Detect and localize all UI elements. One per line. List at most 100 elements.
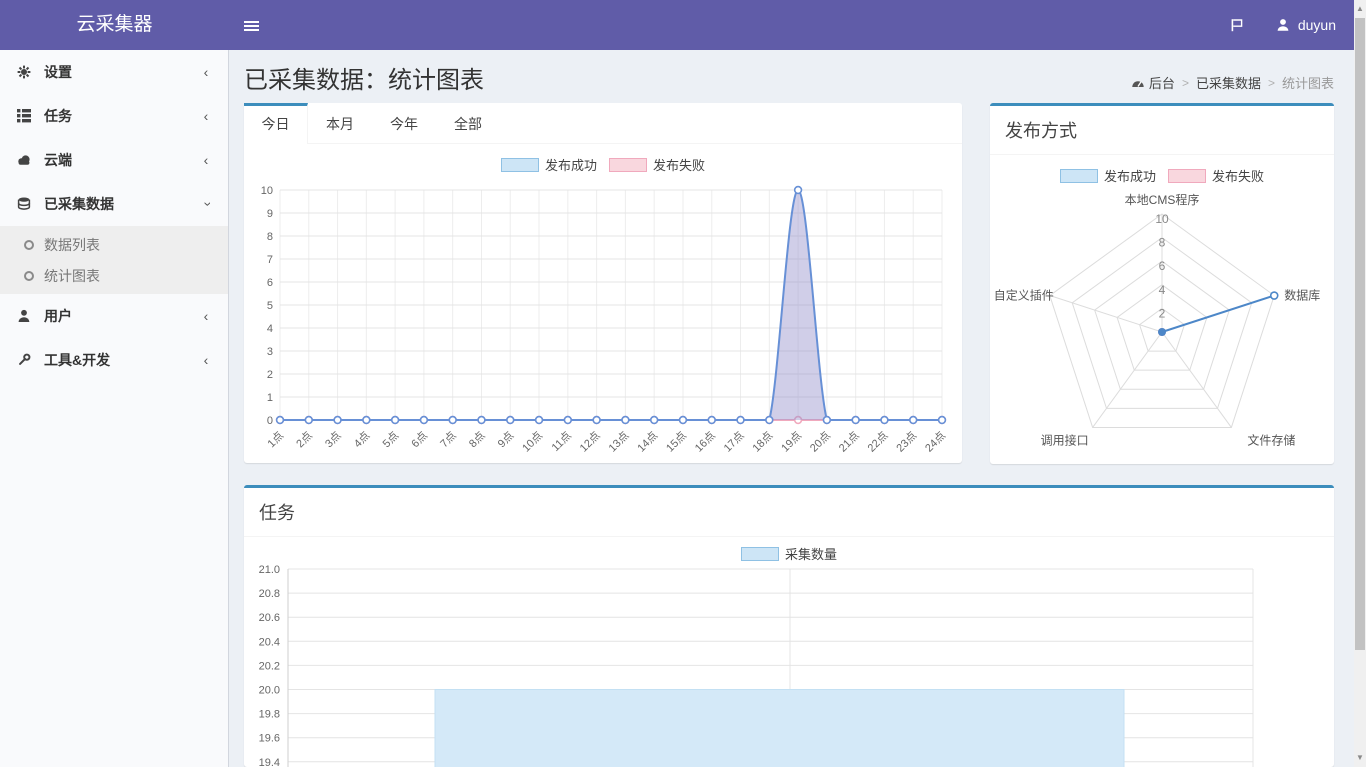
publish-method-radar-chart: 246810本地CMS程序数据库文件存储调用接口自定义插件	[990, 181, 1334, 467]
svg-text:4: 4	[267, 323, 273, 335]
svg-text:2: 2	[267, 369, 273, 381]
legend-swatch	[741, 547, 779, 561]
legend-label: 发布成功	[545, 155, 597, 174]
scroll-down-arrow[interactable]: ▼	[1354, 751, 1366, 765]
svg-text:2: 2	[1159, 306, 1166, 320]
legend-swatch	[609, 158, 647, 172]
panel-title: 发布方式	[990, 106, 1334, 155]
svg-text:20.0: 20.0	[259, 685, 280, 697]
sidebar-item-label: 云端	[44, 150, 72, 170]
sidebar-item-label: 设置	[44, 62, 72, 82]
svg-text:16点: 16点	[692, 429, 718, 455]
sidebar-item-users[interactable]: 用户 ‹	[0, 294, 228, 338]
sidebar-subitem-stats-charts[interactable]: 统计图表	[0, 260, 228, 291]
tasks-icon	[16, 108, 32, 124]
chevron-left-icon: ‹	[200, 107, 212, 125]
svg-text:21.0: 21.0	[259, 564, 280, 576]
chevron-left-icon: ‹	[200, 351, 212, 369]
svg-text:6: 6	[267, 277, 273, 289]
sidebar: 设置‹任务‹云端‹已采集数据‹数据列表统计图表用户‹工具&开发‹	[0, 50, 229, 767]
publish-method-panel: 发布方式 发布成功发布失败 246810本地CMS程序数据库文件存储调用接口自定…	[990, 103, 1334, 464]
tab-today[interactable]: 今日	[244, 103, 308, 144]
svg-text:本地CMS程序: 本地CMS程序	[1125, 192, 1200, 207]
svg-text:调用接口: 调用接口	[1041, 432, 1089, 447]
page-scrollbar[interactable]: ▲ ▼	[1354, 0, 1366, 767]
svg-text:3: 3	[267, 346, 273, 358]
sidebar-subitem-label: 数据列表	[44, 235, 100, 255]
svg-text:20点: 20点	[807, 429, 833, 455]
svg-text:5点: 5点	[380, 429, 401, 450]
legend-label: 发布失败	[653, 155, 705, 174]
database-icon	[16, 196, 32, 212]
svg-text:22点: 22点	[865, 429, 891, 455]
svg-text:17点: 17点	[721, 429, 747, 455]
svg-text:2点: 2点	[294, 429, 315, 450]
username: duyun	[1298, 17, 1336, 33]
svg-text:8点: 8点	[466, 429, 487, 450]
svg-text:数据库: 数据库	[1284, 288, 1320, 303]
sidebar-item-tasks[interactable]: 任务 ‹	[0, 94, 228, 138]
sidebar-item-settings[interactable]: 设置 ‹	[0, 50, 228, 94]
top-navbar: 云采集器 duyun	[0, 0, 1366, 50]
svg-text:文件存储: 文件存储	[1247, 432, 1295, 447]
scrollbar-thumb[interactable]	[1355, 18, 1365, 650]
line-chart-legend: 发布成功 发布失败	[244, 155, 962, 174]
page-title: 已采集数据：统计图表	[244, 60, 484, 95]
user-icon	[16, 308, 32, 324]
svg-text:4: 4	[1159, 283, 1166, 297]
user-avatar-icon	[1275, 17, 1291, 33]
sidebar-item-label: 任务	[44, 106, 72, 126]
svg-text:7点: 7点	[438, 429, 459, 450]
wrench-icon	[16, 352, 32, 368]
cloud-icon	[16, 152, 32, 168]
circle-icon	[24, 240, 34, 250]
panel-title: 任务	[244, 488, 1334, 537]
brand-logo[interactable]: 云采集器	[0, 0, 229, 50]
tasks-bar-chart: 21.020.820.620.420.220.019.819.619.4	[244, 561, 1334, 767]
breadcrumb-item-2: 统计图表	[1282, 73, 1334, 92]
svg-text:19.6: 19.6	[259, 733, 280, 745]
sidebar-toggle-button[interactable]	[229, 0, 275, 50]
sidebar-item-label: 已采集数据	[44, 194, 114, 214]
chevron-left-icon: ‹	[200, 307, 212, 325]
tab-year[interactable]: 今年	[372, 103, 436, 143]
gear-icon	[16, 64, 32, 80]
svg-text:20.6: 20.6	[259, 612, 280, 624]
tab-all[interactable]: 全部	[436, 103, 500, 143]
svg-text:4点: 4点	[351, 429, 372, 450]
sidebar-item-cloud[interactable]: 云端‹	[0, 138, 228, 182]
legend-item: 发布成功	[501, 155, 597, 174]
svg-text:自定义插件: 自定义插件	[994, 288, 1054, 303]
breadcrumb-item-1[interactable]: 已采集数据	[1196, 73, 1261, 92]
svg-text:23点: 23点	[894, 429, 920, 455]
svg-text:8: 8	[1159, 236, 1166, 250]
svg-text:8: 8	[267, 231, 273, 243]
scroll-up-arrow[interactable]: ▲	[1354, 2, 1366, 16]
svg-text:1点: 1点	[265, 429, 286, 450]
sidebar-item-collected-data[interactable]: 已采集数据 ‹	[0, 182, 228, 226]
sidebar-item-tools-dev[interactable]: 工具&开发‹	[0, 338, 228, 382]
user-menu[interactable]: duyun	[1263, 0, 1348, 50]
chevron-down-icon: ‹	[197, 198, 215, 210]
breadcrumb: 后台>已采集数据>统计图表	[1131, 73, 1334, 92]
svg-text:9点: 9点	[495, 429, 516, 450]
svg-text:10: 10	[261, 185, 273, 197]
svg-text:19点: 19点	[779, 429, 805, 455]
sidebar-submenu: 数据列表统计图表	[0, 226, 228, 294]
circle-icon	[24, 271, 34, 281]
svg-text:9: 9	[267, 208, 273, 220]
svg-text:20.8: 20.8	[259, 588, 280, 600]
breadcrumb-item-0[interactable]: 后台	[1131, 73, 1175, 92]
breadcrumb-separator: >	[1182, 76, 1189, 90]
sidebar-subitem-data-list[interactable]: 数据列表	[0, 229, 228, 260]
sidebar-item-label: 用户	[44, 306, 72, 326]
svg-text:0: 0	[267, 415, 273, 427]
svg-text:11点: 11点	[549, 429, 574, 454]
svg-text:21点: 21点	[836, 429, 862, 455]
publish-line-chart: 0123456789101点2点3点4点5点6点7点8点9点10点11点12点1…	[248, 183, 958, 459]
svg-text:10点: 10点	[520, 429, 546, 455]
svg-text:7: 7	[267, 254, 273, 266]
chevron-left-icon: ‹	[200, 63, 212, 81]
tab-month[interactable]: 本月	[308, 103, 372, 143]
flag-icon[interactable]	[1211, 0, 1263, 50]
